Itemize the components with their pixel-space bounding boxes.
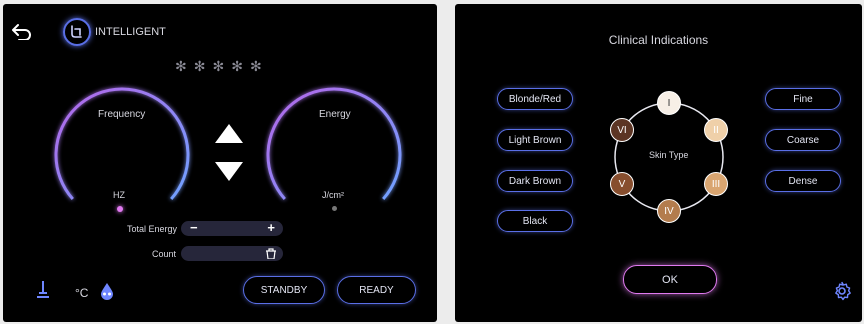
count-bar — [181, 246, 283, 261]
skin-type-1-button[interactable]: I — [657, 91, 681, 115]
treatment-panel: INTELLIGENT ✻ ✻ ✻ ✻ ✻ Frequency HZ Energ… — [3, 4, 437, 322]
energy-indicator — [332, 206, 337, 211]
frequency-label: Frequency — [98, 109, 146, 120]
energy-unit: J/cm² — [322, 190, 344, 200]
temperature-icon[interactable]: °C — [75, 286, 88, 300]
energy-label: Energy — [319, 109, 351, 120]
skin-type-5-button[interactable]: V — [610, 172, 634, 196]
clinical-indications-panel: Clinical Indications Blonde/Red Light Br… — [455, 4, 862, 322]
gear-icon[interactable] — [832, 281, 852, 301]
total-energy-bar: − + — [181, 220, 283, 236]
skin-type-6-button[interactable]: VI — [610, 118, 634, 142]
total-energy-label: Total Energy — [127, 224, 178, 234]
frequency-gauge — [54, 87, 190, 200]
skin-type-2-button[interactable]: II — [704, 118, 728, 142]
skin-type-label: Skin Type — [649, 150, 689, 160]
frequency-unit: HZ — [113, 190, 125, 200]
frequency-indicator — [117, 206, 123, 212]
trash-icon[interactable] — [265, 248, 277, 259]
ready-button[interactable]: READY — [337, 276, 416, 304]
skin-type-4-button[interactable]: IV — [657, 199, 681, 223]
ok-button[interactable]: OK — [623, 265, 717, 294]
energy-gauge — [266, 87, 402, 200]
standby-button[interactable]: STANDBY — [243, 276, 325, 304]
skin-type-3-button[interactable]: III — [704, 172, 728, 196]
count-label: Count — [152, 249, 177, 259]
handpiece-icon[interactable] — [35, 280, 51, 300]
increase-button[interactable] — [211, 122, 247, 146]
minus-button[interactable]: − — [190, 220, 198, 235]
decrease-button[interactable] — [211, 160, 247, 184]
plus-button[interactable]: + — [267, 220, 275, 235]
water-icon[interactable] — [98, 282, 116, 300]
